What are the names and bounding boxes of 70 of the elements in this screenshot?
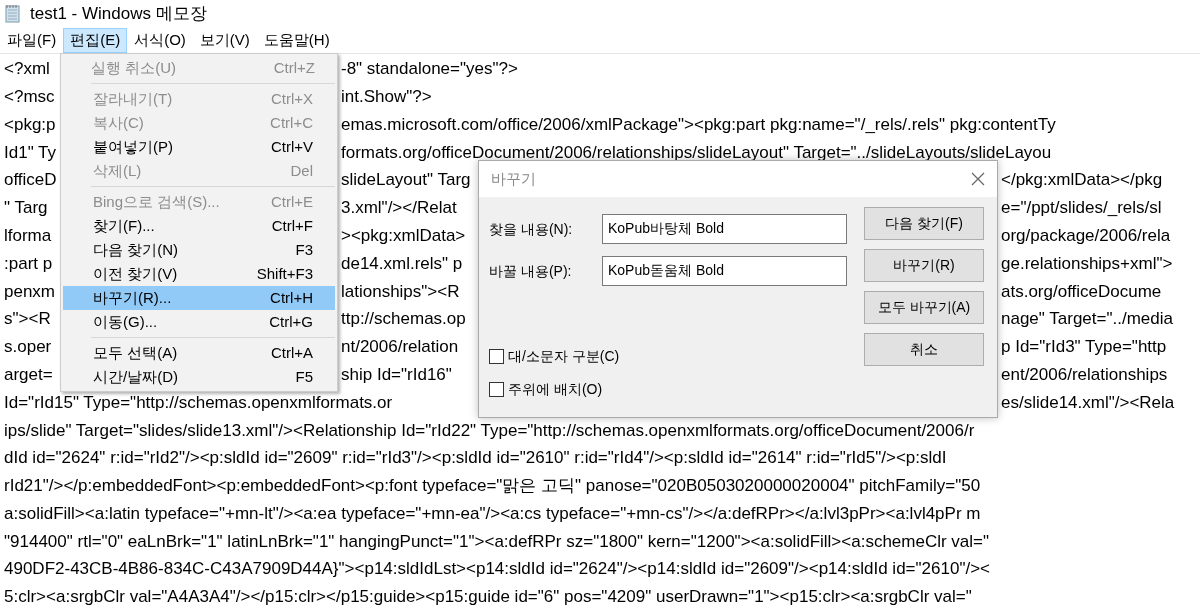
menu-item[interactable]: 붙여넣기(P) Ctrl+V — [63, 135, 335, 159]
code-text: ent/2006/relationships — [1001, 363, 1168, 386]
checkbox[interactable] — [489, 349, 504, 364]
code-text: ips/slide" Target="slides/slide13.xml"/><Relationship Id="rId22" Type="http://schemas.openxmlformats.org/officeDocument/2006/r — [4, 419, 975, 442]
menu-item[interactable]: 찾기(F)... Ctrl+F — [63, 214, 335, 238]
checkbox-label: 대/소문자 구분(C) — [508, 347, 620, 366]
menu-bar-item[interactable]: 도움말(H) — [256, 28, 337, 53]
code-text: officeD — [4, 169, 58, 192]
code-text: p Id="rId3" Type="http — [1001, 336, 1167, 359]
menu-item[interactable]: 다음 찾기(N) F3 — [63, 238, 335, 262]
code-text: 490DF2-43CB-4B86-834C-C43A7909D44A}"><p14:sldIdLst><p14:sldId id="2624"/><p14:sldId id="2609"/><p14:sldId id="2610"/>< — [4, 558, 990, 581]
code-text: ats.org/officeDocume — [1001, 280, 1162, 303]
code-text: ttp://schemas.op — [341, 308, 467, 331]
code-text: lationships"><R — [341, 280, 461, 303]
code-text: <?xml — [4, 58, 51, 81]
code-text: formats.org/officeDocument/2006/relationships/slideLayout" Target="../slideLayouts/slideLayou — [341, 141, 1052, 164]
field-label: 찾을 내용(N): — [489, 219, 574, 239]
checkbox[interactable] — [489, 382, 504, 397]
dialog-button[interactable]: 바꾸기(R) — [864, 249, 984, 282]
code-text: -8" standalone="yes"?> — [341, 58, 518, 81]
dialog-button[interactable]: 모두 바꾸기(A) — [864, 291, 984, 324]
code-text: Id1" Ty — [4, 141, 58, 164]
code-text: </pkg:xmlData></pkg — [1001, 169, 1163, 192]
code-text: s"><R — [4, 308, 52, 331]
code-text: nage" Target="../media — [1001, 308, 1173, 331]
checkbox-label: 주위에 배치(O) — [508, 380, 603, 399]
code-text: 3.xml"/></Relat — [341, 197, 458, 220]
dialog-button[interactable]: 다음 찾기(F) — [864, 207, 984, 240]
code-text: ship Id="rId16" — [341, 363, 453, 386]
code-text: e="/ppt/slides/_rels/sl — [1001, 197, 1162, 220]
code-text: :part p — [4, 252, 54, 275]
code-text: int.Show"?> — [341, 85, 432, 108]
code-text: s.oper — [4, 336, 53, 359]
code-text: 5:clr><a:srgbClr val="A4A3A4"/></p15:clr></p15:guide><p15:guide id="6" pos="4209" userDrawn="1"><p15:clr><a:srgbClr val=" — [4, 586, 972, 609]
input-field[interactable]: KoPub돋움체 Bold — [602, 256, 847, 286]
window-title: test1 - Windows 메모장 — [30, 3, 207, 26]
code-text: Id="rId15" Type="http://schemas.openxmlformats.or — [4, 391, 394, 414]
code-text: rId21"/></p:embeddedFont><p:embeddedFont><p:font typeface="맑은 고딕" panose="020B0503020000020004" pitchFamily="50 — [4, 475, 981, 498]
code-text: nt/2006/relation — [341, 336, 460, 359]
code-text: org/package/2006/rela — [1001, 224, 1171, 247]
code-text: " Targ — [4, 197, 49, 220]
code-text: <pkg:p — [4, 113, 57, 136]
menu-item[interactable]: 이동(G)... Ctrl+G — [63, 310, 335, 334]
code-text: penxm — [4, 280, 57, 303]
close-icon[interactable] — [971, 172, 985, 186]
menu-item[interactable]: 시간/날짜(D) F5 — [63, 365, 335, 389]
field-label: 바꿀 내용(P): — [489, 261, 573, 281]
dialog-button[interactable]: 취소 — [864, 333, 984, 366]
menu-bar-item[interactable]: 서식(O) — [127, 28, 193, 53]
code-text: dId id="2624" r:id="rId2"/><p:sldId id="2609" r:id="rId3"/><p:sldId id="2610" r:id="rId4"/><p:sldId id="2614" r:id="rId5"/><p:sldI — [4, 447, 947, 470]
menu-bar-item[interactable]: 파일(F) — [0, 28, 64, 53]
menu-bar-item[interactable]: 편집(E) — [63, 28, 128, 53]
code-text: de14.xml.rels" p — [341, 252, 464, 275]
code-text: slideLayout" Targ — [341, 169, 472, 192]
menu-bar-item[interactable]: 보기(V) — [192, 28, 257, 53]
code-text: arget= — [4, 363, 54, 386]
menu-item[interactable]: 모두 선택(A) Ctrl+A — [63, 341, 335, 365]
code-text: "914400" rtl="0" eaLnBrk="1" latinLnBrk="1" hangingPunct="1"><a:defRPr sz="1800" kern="1200"><a:solidFill><a:schemeClr val=" — [4, 530, 990, 553]
notepad-icon — [4, 4, 22, 24]
code-text: emas.microsoft.com/office/2006/xmlPackage"><pkg:part pkg:name="/_rels/.rels" pkg:contentTy — [341, 113, 1056, 136]
code-text: a:solidFill><a:latin typeface="+mn-lt"/><a:ea typeface="+mn-ea"/><a:cs typeface="+mn-cs"/></a:defRPr></a:lvl3pPr><a:lvl4pPr m — [4, 502, 981, 525]
code-text: es/slide14.xml"/><Rela — [1001, 391, 1175, 414]
code-text: ge.relationships+xml"> — [1001, 252, 1173, 275]
menu-item[interactable]: 이전 찾기(V) Shift+F3 — [63, 262, 335, 286]
code-text: ><pkg:xmlData> — [341, 224, 467, 247]
dialog-title: 바꾸기 — [491, 168, 536, 189]
input-field[interactable]: KoPub바탕체 Bold — [602, 214, 847, 244]
menu-item[interactable]: 바꾸기(R)... Ctrl+H — [63, 286, 335, 310]
code-text: lforma — [4, 224, 53, 247]
code-text: <?msc — [4, 85, 56, 108]
